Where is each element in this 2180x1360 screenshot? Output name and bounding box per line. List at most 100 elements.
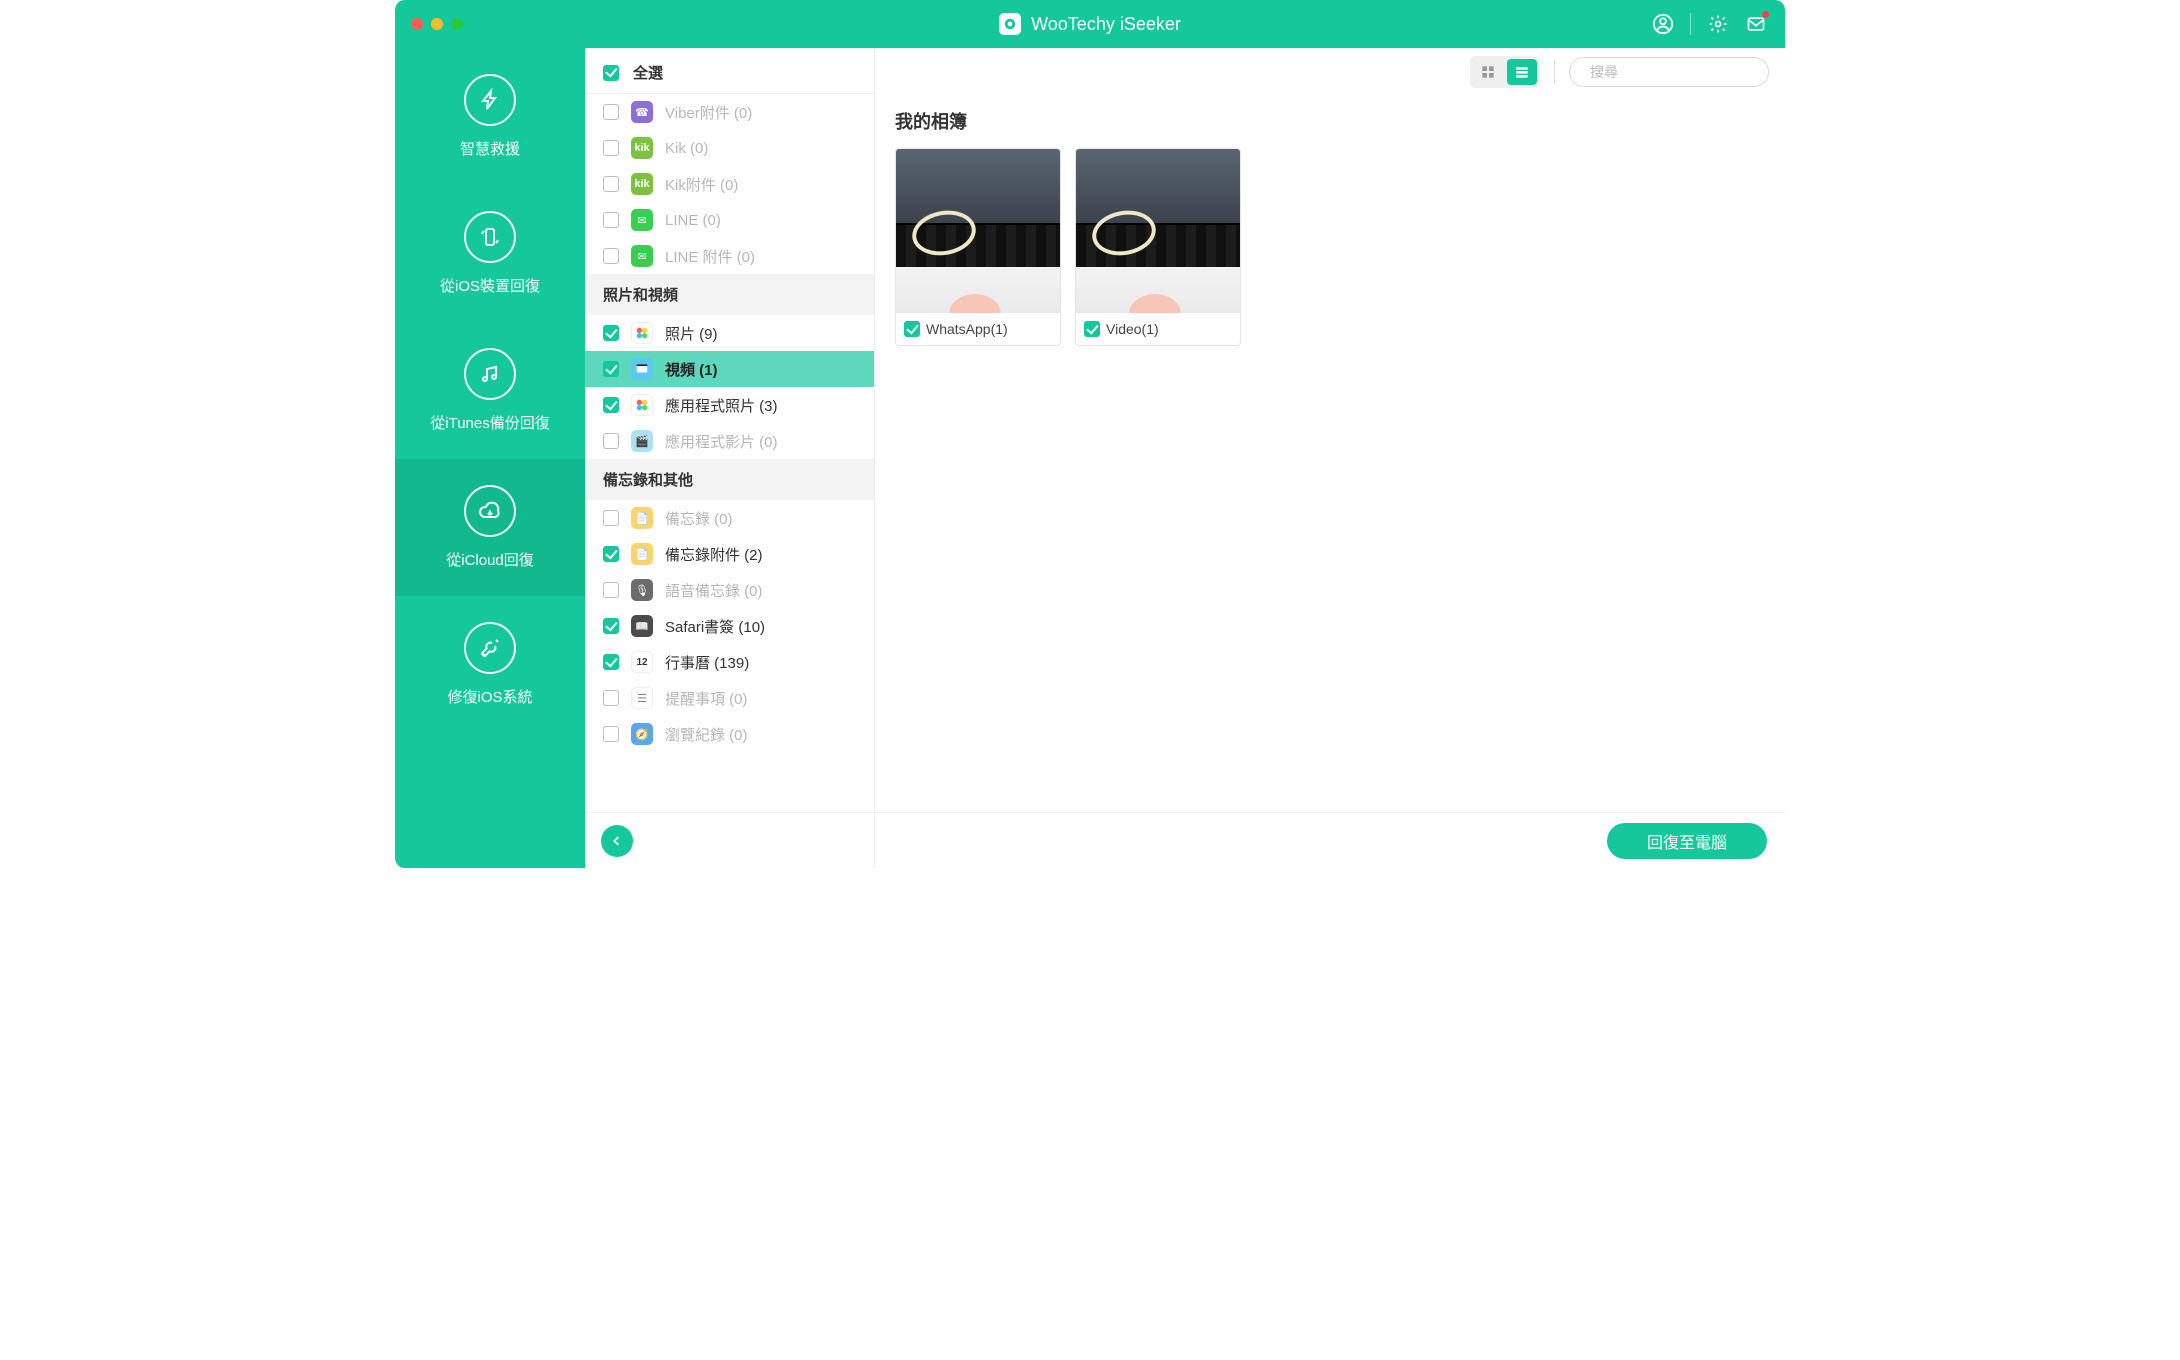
notes-icon: 📄 [631, 543, 653, 565]
checkbox[interactable] [603, 212, 619, 228]
category-row-line[interactable]: ✉ LINE (0) [585, 202, 874, 238]
bottom-bar: 回復至電腦 [875, 812, 1785, 868]
category-row-kik[interactable]: kik Kik (0) [585, 130, 874, 166]
grid-view-button[interactable] [1473, 59, 1503, 85]
sidebar-item-itunes[interactable]: 從iTunes備份回復 [395, 322, 585, 459]
view-toggle [1470, 56, 1540, 88]
checkbox[interactable] [603, 140, 619, 156]
calendar-icon: 12 [631, 651, 653, 673]
sidebar-item-repair-ios[interactable]: 修復iOS系統 [395, 596, 585, 733]
select-all-label: 全選 [633, 62, 663, 83]
sidebar-item-icloud[interactable]: 從iCloud回復 [395, 459, 585, 596]
main-panel: 我的相簿 WhatsApp(1) [875, 48, 1785, 868]
album-thumbnail [896, 149, 1060, 313]
voice-memo-icon: 🎙 [631, 579, 653, 601]
content: 我的相簿 WhatsApp(1) [875, 96, 1785, 812]
category-label: 瀏覽紀錄 (0) [665, 724, 748, 745]
video-icon [631, 358, 653, 380]
checkbox[interactable] [603, 433, 619, 449]
photos-icon [631, 322, 653, 344]
safari-icon: 🧭 [631, 723, 653, 745]
sidebar-item-smart-recovery[interactable]: 智慧救援 [395, 48, 585, 185]
category-row-line-attach[interactable]: ✉ LINE 附件 (0) [585, 238, 874, 274]
checkbox[interactable] [603, 726, 619, 742]
bookmark-icon: 📖 [631, 615, 653, 637]
checkbox[interactable] [603, 104, 619, 120]
album-thumbnail [1076, 149, 1240, 313]
category-row-videos[interactable]: 視頻 (1) [585, 351, 874, 387]
checkbox[interactable] [603, 325, 619, 341]
group-photos-videos: 照片和視頻 [585, 274, 874, 315]
checkbox[interactable] [603, 654, 619, 670]
category-row-app-videos[interactable]: 🎬 應用程式影片 (0) [585, 423, 874, 459]
category-row-history[interactable]: 🧭 瀏覽紀錄 (0) [585, 716, 874, 752]
sidebar-item-ios-device[interactable]: 從iOS裝置回復 [395, 185, 585, 322]
category-label: Safari書簽 (10) [665, 616, 765, 637]
category-row-safari-bookmarks[interactable]: 📖 Safari書簽 (10) [585, 608, 874, 644]
category-row-photos[interactable]: 照片 (9) [585, 315, 874, 351]
checkbox[interactable] [603, 176, 619, 192]
category-label: LINE 附件 (0) [665, 246, 755, 267]
mail-icon[interactable] [1745, 13, 1767, 35]
app-window: WooTechy iSeeker [395, 0, 1785, 868]
category-row-app-photos[interactable]: 應用程式照片 (3) [585, 387, 874, 423]
select-all-row[interactable]: 全選 [585, 48, 874, 94]
category-label: Viber附件 (0) [665, 102, 752, 123]
category-row-reminders[interactable]: ☰ 提醒事項 (0) [585, 680, 874, 716]
minimize-window-button[interactable] [431, 18, 443, 30]
category-label: 語音備忘錄 (0) [665, 580, 763, 601]
albums: WhatsApp(1) Video(1) [895, 148, 1765, 346]
album-checkbox[interactable] [904, 321, 920, 337]
checkbox[interactable] [603, 546, 619, 562]
category-panel: 全選 ☎ Viber附件 (0) kik Kik (0) kik Kik附件 (… [585, 48, 875, 868]
category-row-notes-attach[interactable]: 📄 備忘錄附件 (2) [585, 536, 874, 572]
notes-icon: 📄 [631, 507, 653, 529]
sidebar: 智慧救援 從iOS裝置回復 從iTunes備份回復 從iCloud回復 [395, 48, 585, 868]
lightning-icon [464, 74, 516, 126]
album-item[interactable]: Video(1) [1075, 148, 1241, 346]
app-logo-icon [999, 13, 1021, 35]
video-icon: 🎬 [631, 430, 653, 452]
album-item[interactable]: WhatsApp(1) [895, 148, 1061, 346]
recover-button[interactable]: 回復至電腦 [1607, 823, 1767, 859]
maximize-window-button[interactable] [451, 18, 463, 30]
checkbox[interactable] [603, 582, 619, 598]
category-row-kik-attach[interactable]: kik Kik附件 (0) [585, 166, 874, 202]
checkbox[interactable] [603, 361, 619, 377]
titlebar: WooTechy iSeeker [395, 0, 1785, 48]
category-row-notes[interactable]: 📄 備忘錄 (0) [585, 500, 874, 536]
group-memos-other: 備忘錄和其他 [585, 459, 874, 500]
list-view-button[interactable] [1507, 59, 1537, 85]
category-row-calendar[interactable]: 12 行事曆 (139) [585, 644, 874, 680]
back-button[interactable] [601, 825, 633, 857]
category-row-viber-attach[interactable]: ☎ Viber附件 (0) [585, 94, 874, 130]
category-label: 行事曆 (139) [665, 652, 749, 673]
settings-icon[interactable] [1707, 13, 1729, 35]
line-icon: ✉ [631, 209, 653, 231]
kik-icon: kik [631, 173, 653, 195]
account-icon[interactable] [1652, 13, 1674, 35]
sidebar-item-label: 修復iOS系統 [447, 686, 532, 707]
category-row-voice-memos[interactable]: 🎙 語音備忘錄 (0) [585, 572, 874, 608]
search-input-container[interactable] [1569, 57, 1769, 87]
checkbox[interactable] [603, 397, 619, 413]
select-all-checkbox[interactable] [603, 65, 619, 81]
search-input[interactable] [1590, 64, 1771, 80]
category-label: 視頻 (1) [665, 359, 718, 380]
checkbox[interactable] [603, 248, 619, 264]
sidebar-item-label: 從iCloud回復 [446, 549, 534, 570]
section-title: 我的相簿 [895, 108, 1765, 134]
category-label: 提醒事項 (0) [665, 688, 748, 709]
category-list[interactable]: ☎ Viber附件 (0) kik Kik (0) kik Kik附件 (0) … [585, 94, 874, 812]
album-label: WhatsApp(1) [926, 321, 1008, 337]
reminders-icon: ☰ [631, 687, 653, 709]
category-label: 備忘錄 (0) [665, 508, 733, 529]
checkbox[interactable] [603, 510, 619, 526]
phone-refresh-icon [464, 211, 516, 263]
close-window-button[interactable] [411, 18, 423, 30]
app-title: WooTechy iSeeker [1031, 14, 1181, 35]
checkbox[interactable] [603, 690, 619, 706]
album-checkbox[interactable] [1084, 321, 1100, 337]
music-refresh-icon [464, 348, 516, 400]
checkbox[interactable] [603, 618, 619, 634]
